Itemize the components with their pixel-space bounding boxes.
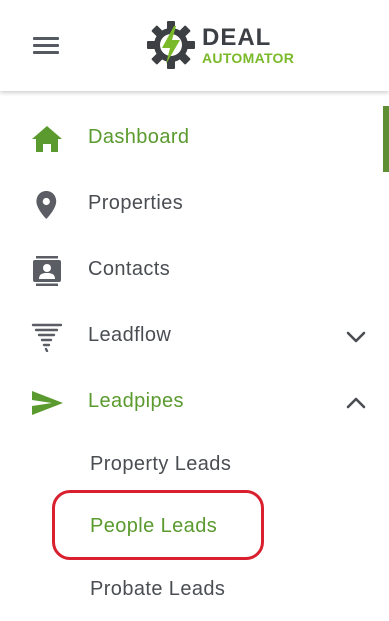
hamburger-menu-icon[interactable]	[31, 34, 61, 58]
app-header: DEAL AUTOMATOR	[0, 0, 389, 91]
sidebar-item-contacts[interactable]: Contacts	[0, 246, 389, 296]
highlight-annotation-circle	[52, 490, 264, 560]
sidebar-item-leadpipes[interactable]: Leadpipes	[0, 378, 389, 428]
sidebar-item-label: Leadpipes	[88, 390, 184, 412]
tornado-icon	[31, 323, 63, 352]
sidebar-subitem-probate-leads[interactable]: Probate Leads	[90, 578, 225, 601]
sidebar-item-properties[interactable]: Properties	[0, 180, 389, 230]
sidebar-item-label: Dashboard	[88, 126, 190, 148]
gear-bolt-logo-icon	[147, 21, 195, 69]
sidebar-item-label: Leadflow	[88, 324, 172, 346]
home-icon	[32, 126, 62, 152]
logo-text-automator: AUTOMATOR	[202, 50, 295, 66]
sidebar-item-label: Properties	[88, 192, 184, 214]
sidebar-item-leadflow[interactable]: Leadflow	[0, 312, 389, 362]
contact-card-icon	[33, 256, 61, 286]
logo-text-deal: DEAL	[202, 24, 272, 51]
deal-automator-logo[interactable]: DEAL AUTOMATOR	[146, 18, 316, 74]
sidebar-subitem-property-leads[interactable]: Property Leads	[90, 453, 231, 476]
map-pin-icon	[36, 191, 57, 219]
sidebar-item-dashboard[interactable]: Dashboard	[0, 114, 389, 164]
chevron-down-icon[interactable]	[345, 330, 367, 344]
chevron-up-icon[interactable]	[345, 396, 367, 410]
send-icon	[32, 391, 63, 415]
sidebar-item-label: Contacts	[88, 258, 171, 280]
